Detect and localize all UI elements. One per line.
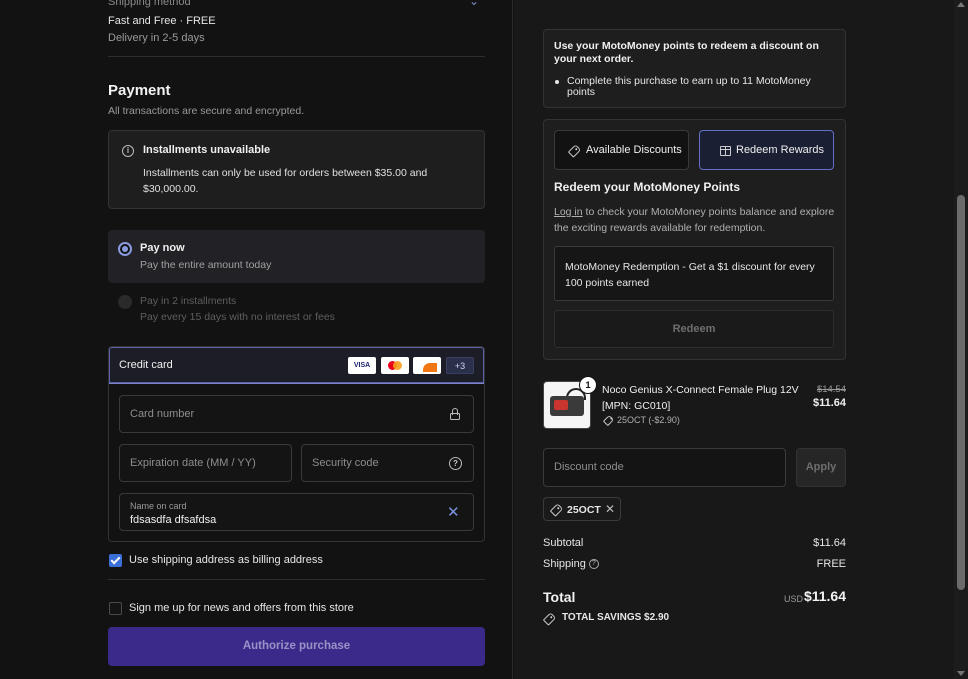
discount-code-placeholder: Discount code	[554, 461, 624, 473]
scrollbar-thumb[interactable]	[957, 195, 965, 590]
applied-discount-code: 25OCT	[567, 504, 601, 516]
security-code-placeholder: Security code	[312, 457, 379, 469]
product-name: Noco Genius X-Connect Female Plug 12V [M…	[602, 384, 799, 412]
newsletter-checkbox[interactable]	[109, 602, 122, 615]
chevron-down-icon[interactable]: ⌄	[469, 0, 479, 8]
bullet-icon	[555, 80, 559, 84]
help-icon[interactable]: ?	[588, 559, 599, 570]
total-label: Total	[543, 589, 576, 605]
shipping-method-label: Shipping method	[108, 0, 191, 8]
card-number-input[interactable]: Card number	[119, 395, 474, 433]
apply-button[interactable]: Apply	[796, 448, 846, 487]
payment-title: Payment	[108, 82, 171, 99]
motomoney-info-box: Use your MotoMoney points to redeem a di…	[543, 29, 846, 108]
shipping-summary-text: Shipping	[543, 558, 586, 570]
installments-notice: i Installments unavailable Installments …	[108, 130, 485, 209]
visa-logo-icon: VISA	[348, 357, 376, 374]
redeem-button[interactable]: Redeem	[554, 310, 834, 348]
rewards-panel: Available Discounts Redeem Rewards Redee…	[543, 119, 846, 360]
pay-now-title: Pay now	[140, 242, 185, 254]
name-on-card-value: fdsasdfa dfsafdsa	[130, 514, 217, 526]
newsletter-label[interactable]: Sign me up for news and offers from this…	[129, 602, 354, 614]
pay-now-radio[interactable]	[118, 242, 132, 256]
total-savings-text: TOTAL SAVINGS $2.90	[562, 612, 670, 623]
tab-redeem-rewards[interactable]: Redeem Rewards	[699, 130, 834, 170]
tab-redeem-rewards-label: Redeem Rewards	[736, 144, 825, 156]
billing-address-checkbox[interactable]	[109, 554, 122, 567]
clear-icon[interactable]: ✕	[447, 503, 460, 521]
login-link[interactable]: Log in	[554, 206, 583, 218]
total-value: $11.64	[803, 588, 846, 604]
shipping-method-value: Fast and Free · FREE	[108, 15, 216, 27]
credit-card-label: Credit card	[119, 359, 173, 371]
expiration-date-input[interactable]: Expiration date (MM / YY)	[119, 444, 292, 482]
mastercard-logo-icon	[381, 357, 409, 374]
scrollbar[interactable]	[954, 0, 968, 679]
tag-icon	[567, 144, 582, 158]
product-discount-text: 25OCT (-$2.90)	[617, 415, 680, 425]
subtotal-value: $11.64	[813, 537, 846, 549]
security-code-input[interactable]: Security code ?	[301, 444, 474, 482]
redeem-description-text: to check your MotoMoney points balance a…	[554, 206, 835, 234]
redeem-description: Log in to check your MotoMoney points ba…	[554, 204, 839, 236]
redeem-title: Redeem your MotoMoney Points	[554, 180, 741, 194]
shipping-summary-label: Shipping?	[543, 558, 599, 570]
redemption-option[interactable]: MotoMoney Redemption - Get a $1 discount…	[554, 246, 834, 301]
tab-available-discounts-label: Available Discounts	[586, 144, 682, 156]
quantity-badge: 1	[579, 376, 597, 394]
name-on-card-input[interactable]: Name on card fdsasdfa dfsafdsa ✕	[119, 493, 474, 531]
gift-icon	[720, 146, 731, 156]
subtotal-label: Subtotal	[543, 537, 584, 549]
pay-now-option[interactable]: Pay now Pay the entire amount today	[108, 230, 485, 283]
motomoney-title: Use your MotoMoney points to redeem a di…	[554, 40, 819, 65]
original-price: $14.54	[816, 384, 846, 395]
credit-card-header[interactable]: Credit card VISA +3	[109, 347, 484, 384]
product-price: $11.64	[812, 397, 846, 409]
pay-installments-subtitle: Pay every 15 days with no interest or fe…	[140, 311, 335, 323]
more-cards-badge: +3	[446, 357, 474, 374]
pay-installments-title: Pay in 2 installments	[140, 295, 237, 307]
installments-notice-text: Installments can only be used for orders…	[143, 167, 428, 195]
motomoney-bullet: Complete this purchase to earn up to 11 …	[567, 75, 811, 98]
scroll-down-icon[interactable]	[957, 671, 965, 676]
installments-notice-title: Installments unavailable	[143, 144, 271, 156]
expiration-date-placeholder: Expiration date (MM / YY)	[130, 457, 256, 469]
credit-card-section: Credit card VISA +3 Card number Expirati…	[108, 346, 485, 542]
card-number-placeholder: Card number	[130, 408, 195, 420]
pay-installments-radio[interactable]	[118, 295, 132, 309]
pay-now-subtitle: Pay the entire amount today	[140, 259, 272, 271]
name-on-card-label: Name on card	[130, 501, 187, 511]
remove-discount-icon[interactable]: ✕	[605, 502, 615, 516]
divider	[108, 56, 485, 57]
tab-available-discounts[interactable]: Available Discounts	[554, 130, 689, 170]
scroll-up-icon[interactable]	[957, 2, 965, 7]
applied-discount-chip: 25OCT ✕	[543, 497, 621, 521]
shipping-delivery-time: Delivery in 2-5 days	[108, 32, 205, 44]
help-icon[interactable]: ?	[449, 457, 462, 470]
discount-code-input[interactable]: Discount code	[543, 448, 786, 487]
divider	[108, 579, 485, 580]
redemption-option-text: MotoMoney Redemption - Get a $1 discount…	[565, 261, 815, 289]
billing-address-label[interactable]: Use shipping address as billing address	[129, 554, 323, 566]
tag-icon	[549, 503, 564, 517]
discover-logo-icon	[413, 357, 441, 374]
info-icon: i	[122, 145, 134, 157]
payment-subtitle: All transactions are secure and encrypte…	[108, 105, 305, 117]
lock-icon	[450, 408, 460, 420]
checkout-form-panel: Shipping method ⌄ Fast and Free · FREE D…	[0, 0, 513, 679]
shipping-value: FREE	[816, 558, 846, 570]
authorize-purchase-button[interactable]: Authorize purchase	[108, 627, 485, 666]
